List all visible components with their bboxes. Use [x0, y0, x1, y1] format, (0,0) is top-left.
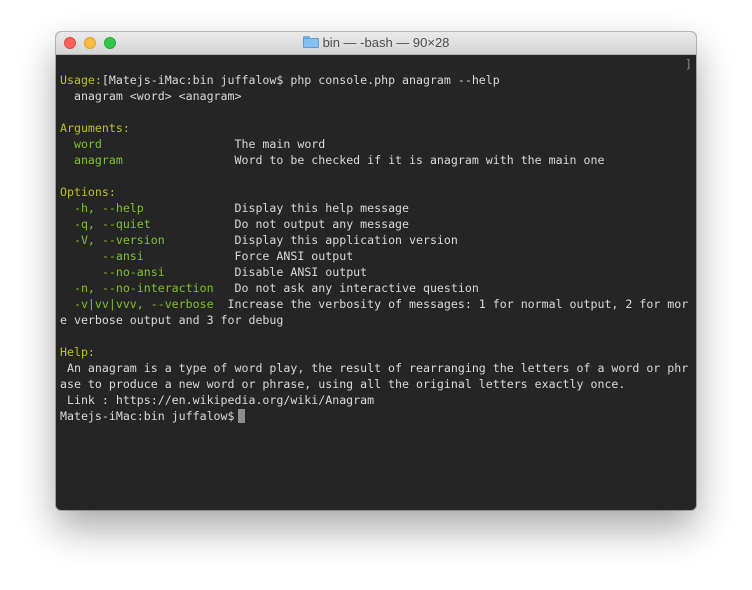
option-name: -h, --help: [60, 201, 144, 215]
argument-desc: Word to be checked if it is anagram with…: [234, 153, 605, 167]
option-name: -v|vv|vvv, --verbose: [60, 297, 214, 311]
argument-row: word The main word: [60, 136, 692, 152]
option-name: --no-ansi: [60, 265, 165, 279]
option-row: -v|vv|vvv, --verbose Increase the verbos…: [60, 296, 692, 312]
prompt-right-bracket: ]: [685, 57, 692, 71]
option-name: --ansi: [60, 249, 144, 263]
terminal-output[interactable]: [Matejs-iMac:bin juffalow$ php console.p…: [60, 56, 692, 510]
option-name: -V, --version: [60, 233, 165, 247]
final-prompt-line: Matejs-iMac:bin juffalow$: [60, 408, 692, 424]
window-title: bin — -bash — 90×28: [56, 35, 696, 51]
option-desc: Do not output any message: [234, 217, 410, 231]
argument-desc: The main word: [234, 137, 326, 151]
option-desc: Display this help message: [234, 201, 410, 215]
help-line: An anagram is a type of word play, the r…: [60, 361, 689, 375]
option-row: --ansi Force ANSI output: [60, 248, 692, 264]
option-desc: Disable ANSI output: [234, 265, 368, 279]
option-name: -n, --no-interaction: [60, 281, 214, 295]
options-header: Options:: [60, 185, 116, 199]
arguments-header: Arguments:: [60, 121, 130, 135]
terminal-window: bin — -bash — 90×28 [Matejs-iMac:bin juf…: [56, 32, 696, 510]
option-pad: [165, 265, 235, 279]
option-row: -n, --no-interaction Do not ask any inte…: [60, 280, 692, 296]
verbose-wrap-line: e verbose output and 3 for debug: [60, 313, 284, 327]
option-desc: Force ANSI output: [234, 249, 354, 263]
folder-icon: [302, 36, 319, 48]
command-line: [Matejs-iMac:bin juffalow$ php console.p…: [60, 56, 692, 87]
help-header: Help:: [60, 345, 95, 359]
option-desc: Display this application version: [234, 233, 458, 247]
argument-pad: [123, 153, 235, 167]
option-pad: [144, 201, 235, 215]
usage-line: anagram <word> <anagram>: [60, 89, 242, 103]
window-title-text: bin — -bash — 90×28: [322, 35, 450, 50]
argument-pad: [102, 137, 235, 151]
option-pad: [214, 297, 228, 311]
option-row: -h, --help Display this help message: [60, 200, 692, 216]
text-cursor: [237, 409, 245, 423]
argument-row: anagram Word to be checked if it is anag…: [60, 152, 692, 168]
option-row: --no-ansi Disable ANSI output: [60, 264, 692, 280]
option-pad: [214, 281, 235, 295]
final-prompt: Matejs-iMac:bin juffalow$: [60, 409, 235, 423]
help-line: ase to produce a new word or phrase, usi…: [60, 377, 626, 391]
option-pad: [151, 217, 235, 231]
option-row: -V, --version Display this application v…: [60, 232, 692, 248]
option-row: -q, --quiet Do not output any message: [60, 216, 692, 232]
option-desc: Increase the verbosity of messages: 1 fo…: [227, 297, 689, 311]
help-line: Link : https://en.wikipedia.org/wiki/Ana…: [60, 393, 375, 407]
title-bar[interactable]: bin — -bash — 90×28: [56, 32, 696, 55]
argument-name: word: [60, 137, 102, 151]
argument-name: anagram: [60, 153, 123, 167]
option-name: -q, --quiet: [60, 217, 151, 231]
usage-header: Usage:: [60, 73, 102, 87]
option-desc: Do not ask any interactive question: [234, 281, 479, 295]
option-pad: [165, 233, 235, 247]
option-pad: [144, 249, 235, 263]
